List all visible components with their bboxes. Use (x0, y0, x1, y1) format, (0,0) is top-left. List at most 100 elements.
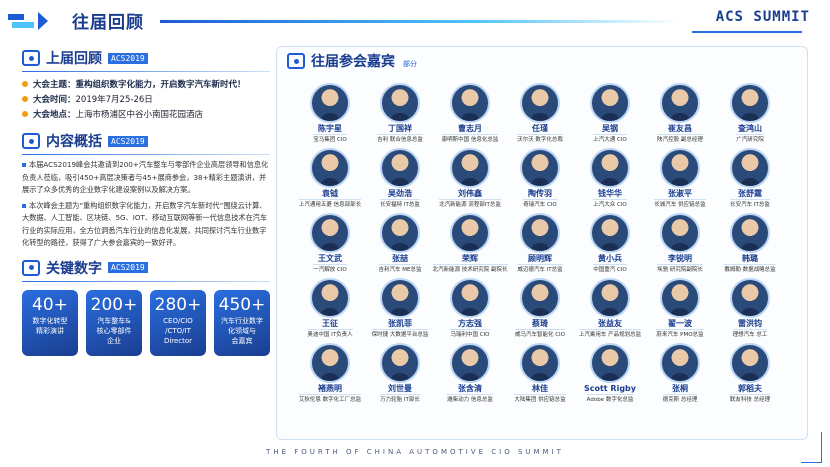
avatar (380, 278, 420, 318)
avatar (660, 343, 700, 383)
avatar (310, 213, 350, 253)
guest-card: 郭稻夫 联友科技 总经理 (715, 343, 785, 408)
guest-card: 陈宇星 宝马集团 CIO (295, 83, 365, 148)
guest-title: 上汽大众 CIO (593, 199, 627, 209)
guest-title: 埃驰 研究院副院长 (657, 264, 703, 274)
stats-tag: ACS2019 (108, 262, 148, 273)
page-title: 往届回顾 (72, 13, 144, 33)
guest-name: 张凯菲 (388, 319, 412, 328)
stat-number: 40+ (32, 294, 68, 315)
avatar (730, 343, 770, 383)
guest-title: 沃尔沃 数字化总裁 (517, 134, 563, 144)
guest-card: 钱华华 上汽大众 CIO (575, 148, 645, 213)
review-item-label: 大会时间： (33, 94, 76, 105)
guests-tag: 部分 (403, 60, 417, 68)
guest-card: 李锐明 埃驰 研究院副院长 (645, 213, 715, 278)
guest-name: 翟一波 (668, 319, 692, 328)
guest-card: 林佳 大陆集团 供应链总监 (505, 343, 575, 408)
avatar (520, 213, 560, 253)
bullet-dot (22, 80, 28, 87)
overview-divider (22, 154, 270, 155)
guest-name: 褚燕明 (318, 384, 342, 393)
guest-name: 林佳 (532, 384, 548, 393)
guest-name: 张含清 (458, 384, 482, 393)
avatar (450, 213, 490, 253)
overview-paragraph-2: 本次峰会主题为“重构组织数字化能力，开启数字汽车新时代”围绕云计算、大数据、人工… (22, 200, 270, 250)
stat-description: 汽车行业数字 化领域与 会嘉宾 (221, 316, 263, 345)
avatar (310, 278, 350, 318)
guest-card: Scott Rigby Adobe 数字化总监 (575, 343, 645, 408)
guest-title: 康明斯中国 信息化总监 (441, 134, 499, 144)
guest-name: 丁国祥 (388, 124, 412, 133)
guest-name: 陈宇星 (318, 124, 342, 133)
guest-title: 威迈德汽车 IT总监 (517, 264, 563, 274)
guest-name: 陶传羽 (528, 189, 552, 198)
avatar (660, 213, 700, 253)
avatar (590, 83, 630, 123)
overview-tag: ACS2019 (108, 135, 148, 147)
camera-icon (287, 53, 305, 69)
guest-title: 长城汽车 供应链总监 (654, 199, 706, 209)
corner-decoration (801, 432, 822, 463)
guest-name: 郭稻夫 (738, 384, 762, 393)
guest-title: 戴姆勒 数据战略总监 (724, 264, 776, 274)
left-panel: 上届回顾 ACS2019 大会主题： 重构组织数字化能力，开启数字汽车新时代！ 大… (22, 48, 270, 436)
review-item-theme: 大会主题： 重构组织数字化能力，开启数字汽车新时代！ (22, 76, 270, 91)
guest-card: 王征 奥迪中国 IT负责人 (295, 278, 365, 343)
overview-section-header: 内容概括 ACS2019 (22, 131, 270, 151)
guest-name: Scott Rigby (583, 384, 636, 393)
overview-text-1: 本届ACS2019峰会共邀请到200+汽车整车与零部件企业高层领导和信息化负责人… (22, 160, 269, 194)
avatar (660, 83, 700, 123)
guest-card: 王文武 一汽解放 CIO (295, 213, 365, 278)
guest-title: 中国重汽 CIO (593, 264, 627, 274)
guest-title: 上汽通用五菱 信息部部长 (298, 199, 362, 209)
guest-card: 翟一波 蔚来汽车 PMO总监 (645, 278, 715, 343)
guest-card: 荣辉 北汽新能源 技术研究院 副院长 (432, 213, 508, 278)
guest-title: 联友科技 总经理 (729, 394, 771, 404)
overview-title: 内容概括 (46, 134, 102, 150)
guest-grid: 陈宇星 宝马集团 CIO 丁国祥 吉利 联合信息总监 曹志月 康明斯中国 信息化总监 任瑾沃… (295, 83, 791, 408)
avatar (730, 213, 770, 253)
guest-title: 北汽新能源 流程部IT总监 (439, 199, 501, 209)
review-item-value: 重构组织数字化能力，开启数字汽车新时代！ (75, 79, 246, 90)
guest-card: 顾明辉 威迈德汽车 IT总监 (505, 213, 575, 278)
guest-card: 查鸿山 广汽研究院 (715, 83, 785, 148)
camera-icon (22, 50, 40, 66)
review-item-label: 大会主题： (33, 79, 76, 90)
guest-title: 马瑞利中国 CIO (450, 329, 490, 339)
guest-title: 奥迪中国 IT负责人 (307, 329, 353, 339)
guest-name: 方志强 (458, 319, 482, 328)
guest-card: 刘世曼 万力轮胎 IT部长 (365, 343, 435, 408)
avatar (520, 278, 560, 318)
avatar (730, 83, 770, 123)
guest-name: 王文武 (318, 254, 342, 263)
guest-title: 上汽乘用车 产品规划总监 (578, 329, 642, 339)
guest-name: 黄小兵 (598, 254, 622, 263)
review-title: 上届回顾 (46, 51, 102, 67)
guest-card: 张益友 上汽乘用车 产品规划总监 (575, 278, 645, 343)
guest-title: 德克斯 总经理 (662, 394, 698, 404)
avatar (450, 83, 490, 123)
header-logo-icon (8, 12, 48, 30)
avatar (380, 148, 420, 188)
guest-title: 吉利 联合信息总监 (377, 134, 423, 144)
guest-card: 张淑平 长城汽车 供应链总监 (645, 148, 715, 213)
guest-title: 万力轮胎 IT部长 (380, 394, 420, 404)
square-bullet-icon (22, 203, 26, 208)
guest-name: 张桐 (672, 384, 688, 393)
review-divider (22, 71, 270, 72)
stat-description: 汽车整车& 核心零部件 企业 (96, 316, 132, 345)
avatar (590, 278, 630, 318)
avatar (310, 148, 350, 188)
guest-card: 袁钺 上汽通用五菱 信息部部长 (295, 148, 365, 213)
guest-card: 韩璐 戴姆勒 数据战略总监 (715, 213, 785, 278)
avatar (660, 278, 700, 318)
guest-name: 钱华华 (598, 189, 622, 198)
guest-card: 褚燕明 艾狄伦恩 数字化工厂总监 (295, 343, 365, 408)
guest-name: 曹志月 (458, 124, 482, 133)
avatar (520, 83, 560, 123)
guest-card: 张含清 潍柴动力 信息总监 (435, 343, 505, 408)
guest-name: 吴劲浩 (388, 189, 412, 198)
avatar (520, 148, 560, 188)
guest-title: 北汽新能源 技术研究院 副院长 (432, 264, 508, 274)
